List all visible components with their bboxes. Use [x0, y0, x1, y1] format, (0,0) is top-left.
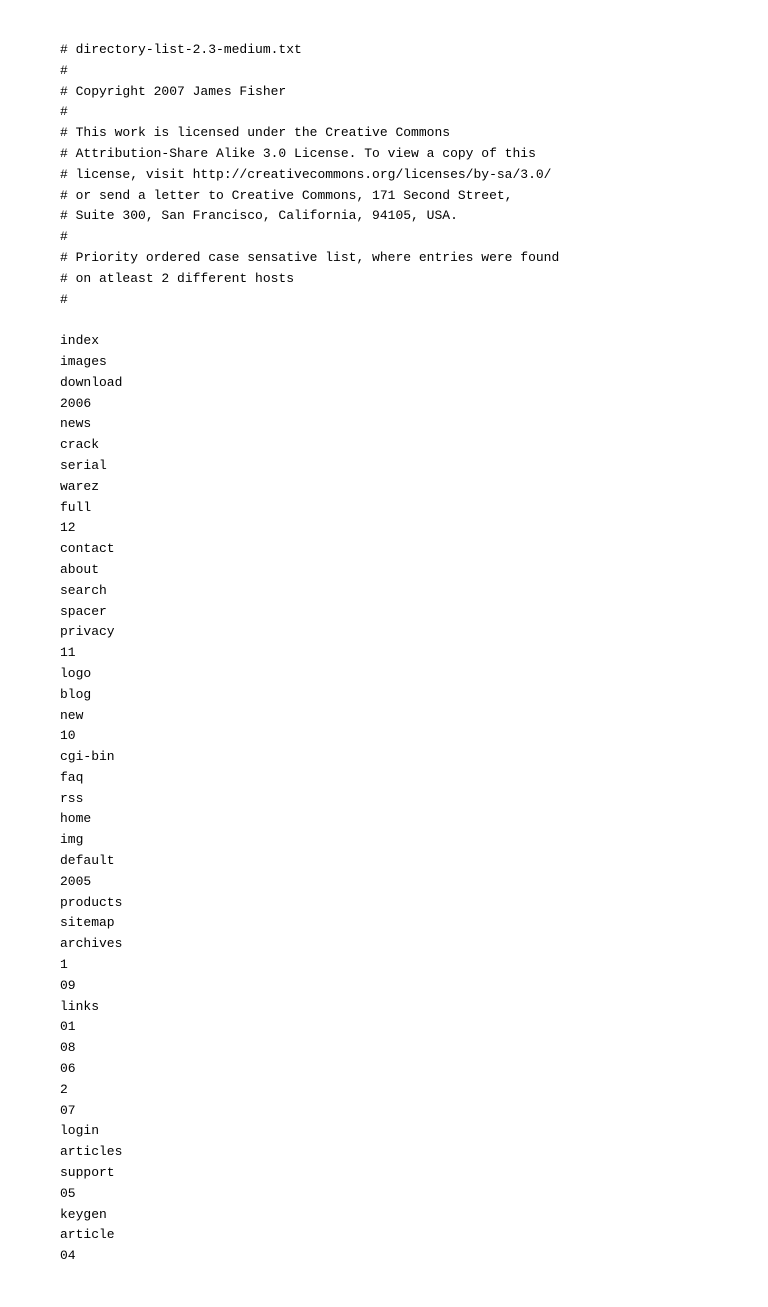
file-content: # directory-list-2.3-medium.txt # # Copy…	[60, 40, 708, 1267]
